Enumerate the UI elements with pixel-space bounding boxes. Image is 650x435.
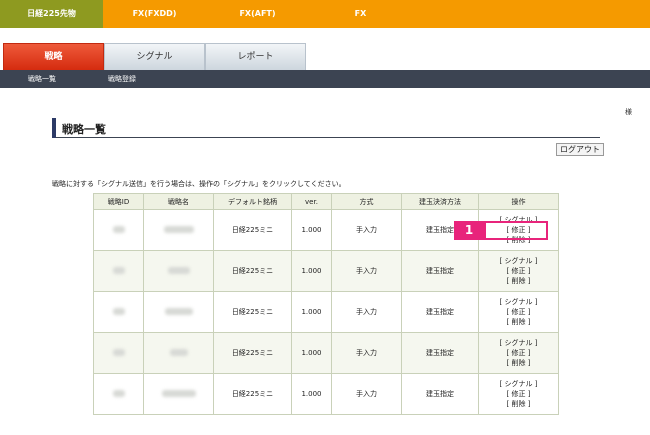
signal-link[interactable]: [ シグナル ]: [479, 297, 558, 307]
cell-strategy-name: [143, 332, 214, 374]
user-name-suffix: 様: [625, 108, 632, 116]
redacted-id: [112, 225, 125, 233]
table-header-row: 戦略ID 戦略名 デフォルト銘柄 ver. 方式 建玉決済方法 操作: [93, 193, 559, 210]
header-version: ver.: [291, 193, 332, 210]
cell-strategy-id: [93, 291, 144, 333]
cell-strategy-id: [93, 250, 144, 292]
cell-method: 手入力: [331, 332, 402, 374]
header-settlement: 建玉決済方法: [401, 193, 479, 210]
cell-method: 手入力: [331, 373, 402, 415]
delete-link[interactable]: [ 削除 ]: [479, 276, 558, 286]
header-operation: 操作: [478, 193, 559, 210]
edit-link[interactable]: [ 修正 ]: [479, 307, 558, 317]
callout-number: 1: [454, 221, 484, 240]
signal-link[interactable]: [ シグナル ]: [479, 379, 558, 389]
header-method: 方式: [331, 193, 402, 210]
cell-strategy-id: [93, 373, 144, 415]
market-bar: 日経225先物 FX(FXDD) FX(AFT) FX: [0, 0, 650, 28]
cell-strategy-name: [143, 373, 214, 415]
redacted-id: [112, 307, 125, 315]
redacted-id: [112, 348, 125, 356]
cell-strategy-name: [143, 209, 214, 251]
tab-report[interactable]: レポート: [205, 43, 306, 70]
cell-version: 1.000: [291, 250, 332, 292]
sub-nav: 戦略一覧 戦略登録: [0, 70, 650, 88]
market-tab-fx-aft[interactable]: FX(AFT): [206, 0, 309, 28]
main-tabs: 戦略 シグナル レポート: [0, 43, 650, 70]
signal-link[interactable]: [ シグナル ]: [479, 256, 558, 266]
header-default-symbol: デフォルト銘柄: [213, 193, 292, 210]
redacted-id: [112, 389, 125, 397]
delete-link[interactable]: [ 削除 ]: [479, 317, 558, 327]
sub-nav-strategy-list[interactable]: 戦略一覧: [28, 70, 56, 88]
signal-link[interactable]: [ シグナル ]: [479, 338, 558, 348]
cell-version: 1.000: [291, 291, 332, 333]
cell-method: 手入力: [331, 291, 402, 333]
redacted-name: [163, 225, 194, 233]
edit-link[interactable]: [ 修正 ]: [479, 389, 558, 399]
cell-version: 1.000: [291, 373, 332, 415]
cell-version: 1.000: [291, 209, 332, 251]
market-tab-fx-fxdd[interactable]: FX(FXDD): [103, 0, 206, 28]
cell-method: 手入力: [331, 209, 402, 251]
table-row: 日経225ミニ 1.000 手入力 建玉指定 [ シグナル ] [ 修正 ] […: [93, 250, 559, 292]
cell-operation: [ シグナル ] [ 修正 ] [ 削除 ]: [478, 373, 559, 415]
logout-button[interactable]: ログアウト: [556, 143, 604, 156]
cell-settlement: 建玉指定: [401, 373, 479, 415]
page-title-bar: 戦略一覧: [52, 118, 600, 138]
table-row: 日経225ミニ 1.000 手入力 建玉指定 [ シグナル ] [ 修正 ] […: [93, 291, 559, 333]
cell-settlement: 建玉指定: [401, 250, 479, 292]
cell-default-symbol: 日経225ミニ: [213, 209, 292, 251]
sub-nav-strategy-register[interactable]: 戦略登録: [108, 70, 136, 88]
delete-link[interactable]: [ 削除 ]: [479, 358, 558, 368]
callout-highlight: [484, 221, 548, 240]
cell-strategy-id: [93, 209, 144, 251]
cell-strategy-id: [93, 332, 144, 374]
cell-strategy-name: [143, 291, 214, 333]
table-row: 日経225ミニ 1.000 手入力 建玉指定 [ シグナル ] [ 修正 ] […: [93, 373, 559, 415]
cell-default-symbol: 日経225ミニ: [213, 291, 292, 333]
edit-link[interactable]: [ 修正 ]: [479, 348, 558, 358]
redacted-name: [169, 348, 188, 356]
cell-strategy-name: [143, 250, 214, 292]
market-tab-nikkei225[interactable]: 日経225先物: [0, 0, 103, 28]
redacted-name: [167, 266, 190, 274]
tab-strategy[interactable]: 戦略: [3, 43, 104, 70]
instruction-text: 戦略に対する「シグナル送信」を行う場合は、操作の「シグナル」をクリックしてくださ…: [52, 180, 346, 188]
table-row: 日経225ミニ 1.000 手入力 建玉指定 [ シグナル ] [ 修正 ] […: [93, 332, 559, 374]
header-strategy-id: 戦略ID: [93, 193, 144, 210]
cell-operation: [ シグナル ] [ 修正 ] [ 削除 ]: [478, 250, 559, 292]
delete-link[interactable]: [ 削除 ]: [479, 399, 558, 409]
cell-settlement: 建玉指定: [401, 332, 479, 374]
header-strategy-name: 戦略名: [143, 193, 214, 210]
cell-default-symbol: 日経225ミニ: [213, 250, 292, 292]
market-tab-fx[interactable]: FX: [309, 0, 412, 28]
title-marker: [52, 118, 56, 138]
cell-operation: [ シグナル ] [ 修正 ] [ 削除 ]: [478, 332, 559, 374]
cell-version: 1.000: [291, 332, 332, 374]
redacted-name: [164, 307, 193, 315]
cell-settlement: 建玉指定: [401, 291, 479, 333]
cell-default-symbol: 日経225ミニ: [213, 373, 292, 415]
redacted-id: [112, 266, 125, 274]
redacted-name: [161, 389, 196, 397]
cell-operation: [ シグナル ] [ 修正 ] [ 削除 ]: [478, 291, 559, 333]
tab-signal[interactable]: シグナル: [104, 43, 205, 70]
cell-default-symbol: 日経225ミニ: [213, 332, 292, 374]
cell-method: 手入力: [331, 250, 402, 292]
page-title: 戦略一覧: [62, 123, 106, 136]
edit-link[interactable]: [ 修正 ]: [479, 266, 558, 276]
